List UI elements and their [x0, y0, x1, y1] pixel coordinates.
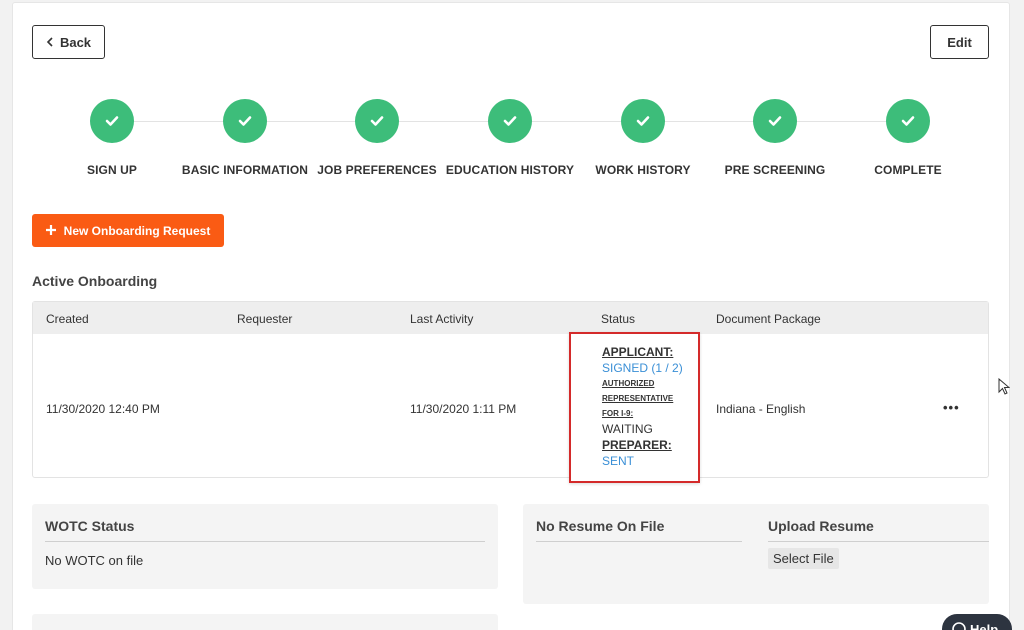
step-sign-up: SIGN UP	[42, 99, 182, 177]
check-icon	[621, 99, 665, 143]
check-icon	[886, 99, 930, 143]
wotc-value: No WOTC on file	[45, 553, 144, 568]
step-label: SIGN UP	[86, 163, 138, 177]
step-basic-information: BASIC INFORMATION	[175, 99, 315, 177]
column-status: Status	[601, 312, 636, 326]
preparer-status[interactable]: SENT	[602, 453, 698, 469]
plus-icon	[45, 224, 56, 238]
preparer-label: PREPARER:	[602, 438, 672, 452]
table-header: Created Requester Last Activity Status D…	[33, 302, 988, 334]
column-document-package: Document Package	[716, 312, 821, 326]
step-label: EDUCATION HISTORY	[445, 163, 575, 177]
authorized-status: WAITING	[602, 422, 653, 436]
authorized-label-line1: AUTHORIZED	[602, 379, 655, 388]
mouse-cursor-icon	[998, 377, 1011, 401]
applicant-label: APPLICANT:	[602, 345, 674, 359]
chevron-left-icon	[46, 35, 54, 50]
wotc-panel: WOTC Status No WOTC on file	[32, 504, 498, 589]
wotc-title: WOTC Status	[45, 518, 135, 534]
check-icon	[355, 99, 399, 143]
document-package-cell: Indiana - English	[716, 402, 806, 416]
step-education-history: EDUCATION HISTORY	[440, 99, 580, 177]
resume-panel: No Resume On File Upload Resume Select F…	[523, 504, 989, 604]
edit-label: Edit	[947, 34, 972, 50]
step-label: PRE SCREENING	[724, 163, 826, 177]
divider	[536, 541, 742, 542]
check-icon	[223, 99, 267, 143]
help-icon	[952, 622, 966, 630]
back-button[interactable]: Back	[32, 25, 105, 59]
no-resume-title: No Resume On File	[536, 518, 665, 534]
authorized-label-line2: REPRESENTATIVE	[602, 394, 674, 403]
new-onboarding-label: New Onboarding Request	[63, 223, 211, 238]
help-label: Help	[970, 622, 999, 630]
lower-panel	[32, 614, 498, 630]
created-cell: 11/30/2020 12:40 PM	[46, 402, 160, 416]
column-created: Created	[46, 312, 89, 326]
check-icon	[90, 99, 134, 143]
active-onboarding-title: Active Onboarding	[32, 273, 158, 289]
applicant-status[interactable]: SIGNED (1 / 2)	[602, 360, 698, 376]
onboarding-card: Back Edit SIGN UP BASIC INFORMATION JOB …	[12, 2, 1010, 630]
more-options-icon[interactable]: •••	[943, 400, 960, 415]
step-label: BASIC INFORMATION	[181, 163, 309, 177]
authorized-label-line3: FOR I-9:	[602, 409, 634, 418]
step-job-preferences: JOB PREFERENCES	[307, 99, 447, 177]
column-requester: Requester	[237, 312, 293, 326]
back-label: Back	[59, 34, 92, 50]
new-onboarding-request-button[interactable]: New Onboarding Request	[32, 214, 224, 247]
step-complete: COMPLETE	[838, 99, 978, 177]
divider	[768, 541, 989, 542]
check-icon	[753, 99, 797, 143]
help-button[interactable]: Help	[942, 614, 1012, 630]
check-icon	[488, 99, 532, 143]
last-activity-cell: 11/30/2020 1:11 PM	[410, 402, 517, 416]
step-label: COMPLETE	[874, 163, 942, 177]
step-pre-screening: PRE SCREENING	[705, 99, 845, 177]
select-file-button[interactable]: Select File	[768, 548, 839, 569]
upload-resume-title: Upload Resume	[768, 518, 874, 534]
edit-button[interactable]: Edit	[930, 25, 989, 59]
onboarding-table: Created Requester Last Activity Status D…	[32, 301, 989, 483]
status-cell: APPLICANT: SIGNED (1 / 2) AUTHORIZED REP…	[569, 332, 700, 483]
column-last-activity: Last Activity	[410, 312, 474, 326]
divider	[45, 541, 485, 542]
step-work-history: WORK HISTORY	[573, 99, 713, 177]
step-label: WORK HISTORY	[595, 163, 691, 177]
step-label: JOB PREFERENCES	[317, 163, 437, 177]
